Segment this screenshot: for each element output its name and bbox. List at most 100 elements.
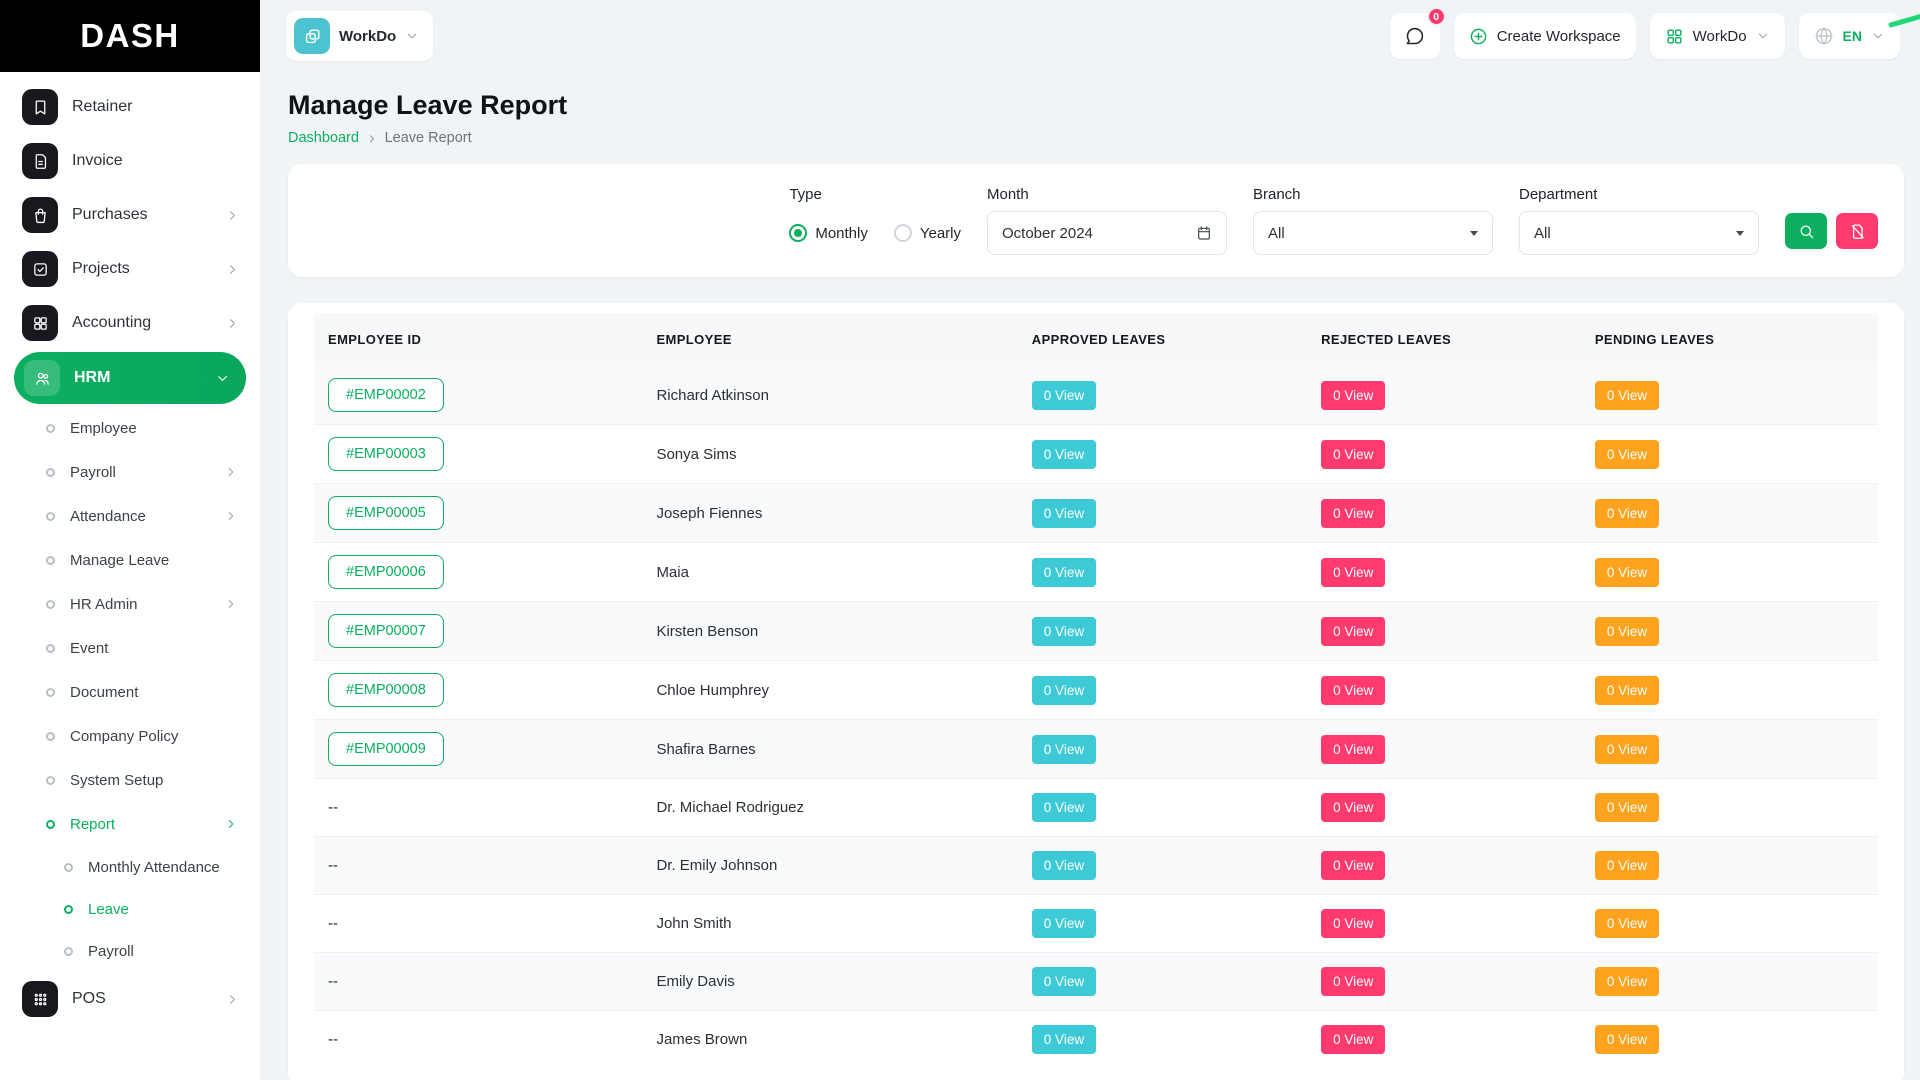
sidebar-subitem-employee[interactable]: Employee bbox=[0, 406, 260, 450]
rejected-leaves-badge[interactable]: 0 View bbox=[1321, 735, 1385, 764]
pending-leaves-badge[interactable]: 0 View bbox=[1595, 851, 1659, 880]
sidebar-subitem-event[interactable]: Event bbox=[0, 626, 260, 670]
search-button[interactable] bbox=[1785, 213, 1827, 249]
pending-leaves-badge[interactable]: 0 View bbox=[1595, 909, 1659, 938]
table-row: -- Dr. Emily Johnson 0 View 0 View 0 Vie… bbox=[314, 837, 1878, 895]
rejected-leaves-badge[interactable]: 0 View bbox=[1321, 1025, 1385, 1054]
create-workspace-button[interactable]: Create Workspace bbox=[1454, 13, 1636, 59]
branch-select[interactable]: All bbox=[1253, 211, 1493, 255]
page-title: Manage Leave Report bbox=[288, 90, 1904, 121]
approved-leaves-badge[interactable]: 0 View bbox=[1032, 793, 1096, 822]
radio-monthly-control[interactable] bbox=[789, 224, 807, 242]
radio-yearly-control[interactable] bbox=[894, 224, 912, 242]
approved-leaves-badge[interactable]: 0 View bbox=[1032, 851, 1096, 880]
employee-name: Dr. Emily Johnson bbox=[642, 837, 1017, 895]
department-select[interactable]: All bbox=[1519, 211, 1759, 255]
rejected-leaves-badge[interactable]: 0 View bbox=[1321, 381, 1385, 410]
grid-icon bbox=[1665, 27, 1684, 46]
breadcrumb-dashboard-link[interactable]: Dashboard bbox=[288, 130, 359, 146]
branch-label: Branch bbox=[1253, 186, 1493, 203]
sidebar-subitem-company-policy[interactable]: Company Policy bbox=[0, 714, 260, 758]
pending-leaves-badge[interactable]: 0 View bbox=[1595, 499, 1659, 528]
sidebar-item-label: Projects bbox=[72, 260, 211, 278]
create-workspace-label: Create Workspace bbox=[1497, 28, 1621, 45]
workspace-selector[interactable]: WorkDo bbox=[286, 11, 433, 61]
sidebar-item-purchases[interactable]: Purchases bbox=[0, 188, 260, 242]
messages-button[interactable]: 0 bbox=[1390, 13, 1440, 59]
employee-id-badge[interactable]: #EMP00002 bbox=[328, 378, 444, 412]
sidebar-item-pos[interactable]: POS bbox=[0, 972, 260, 1026]
employee-id-badge[interactable]: #EMP00005 bbox=[328, 496, 444, 530]
chevron-right-icon bbox=[225, 992, 240, 1007]
sidebar-subitem-report[interactable]: Report bbox=[0, 802, 260, 846]
employee-id-badge[interactable]: #EMP00006 bbox=[328, 555, 444, 589]
pending-leaves-badge[interactable]: 0 View bbox=[1595, 558, 1659, 587]
chevron-right-icon bbox=[224, 509, 238, 523]
radio-monthly[interactable]: Monthly bbox=[789, 224, 868, 242]
approved-leaves-badge[interactable]: 0 View bbox=[1032, 558, 1096, 587]
department-value: All bbox=[1534, 225, 1551, 242]
approved-leaves-badge[interactable]: 0 View bbox=[1032, 440, 1096, 469]
pending-leaves-badge[interactable]: 0 View bbox=[1595, 1025, 1659, 1054]
approved-leaves-badge[interactable]: 0 View bbox=[1032, 499, 1096, 528]
col-employee: EMPLOYEE bbox=[642, 313, 1017, 366]
sidebar-subitem-system-setup[interactable]: System Setup bbox=[0, 758, 260, 802]
bullet-icon bbox=[46, 556, 55, 565]
subitem-label: Manage Leave bbox=[70, 552, 238, 569]
app-logo[interactable]: DASH bbox=[0, 0, 260, 72]
table-row: #EMP00006 Maia 0 View 0 View 0 View bbox=[314, 543, 1878, 602]
pending-leaves-badge[interactable]: 0 View bbox=[1595, 676, 1659, 705]
reset-filter-button[interactable] bbox=[1836, 213, 1878, 249]
rejected-leaves-badge[interactable]: 0 View bbox=[1321, 793, 1385, 822]
rejected-leaves-badge[interactable]: 0 View bbox=[1321, 676, 1385, 705]
month-input[interactable]: October 2024 bbox=[987, 211, 1227, 255]
pending-leaves-badge[interactable]: 0 View bbox=[1595, 440, 1659, 469]
sidebar-item-hrm[interactable]: HRM bbox=[14, 352, 246, 404]
sidebar-subitem-document[interactable]: Document bbox=[0, 670, 260, 714]
employee-id-badge[interactable]: #EMP00007 bbox=[328, 614, 444, 648]
radio-yearly[interactable]: Yearly bbox=[894, 224, 961, 242]
approved-leaves-badge[interactable]: 0 View bbox=[1032, 617, 1096, 646]
sidebar-subitem-manage-leave[interactable]: Manage Leave bbox=[0, 538, 260, 582]
approved-leaves-badge[interactable]: 0 View bbox=[1032, 735, 1096, 764]
pending-leaves-badge[interactable]: 0 View bbox=[1595, 793, 1659, 822]
workspace-menu-button[interactable]: WorkDo bbox=[1650, 13, 1785, 59]
sidebar-item-projects[interactable]: Projects bbox=[0, 242, 260, 296]
chevron-down-icon bbox=[1756, 29, 1770, 43]
grid-squares-icon bbox=[32, 315, 49, 332]
sidebar-subitem-leave[interactable]: Leave bbox=[0, 888, 260, 930]
pending-leaves-badge[interactable]: 0 View bbox=[1595, 381, 1659, 410]
approved-leaves-badge[interactable]: 0 View bbox=[1032, 967, 1096, 996]
shopping-bag-icon bbox=[32, 207, 49, 224]
approved-leaves-badge[interactable]: 0 View bbox=[1032, 676, 1096, 705]
type-label: Type bbox=[789, 186, 961, 203]
rejected-leaves-badge[interactable]: 0 View bbox=[1321, 499, 1385, 528]
pending-leaves-badge[interactable]: 0 View bbox=[1595, 967, 1659, 996]
approved-leaves-badge[interactable]: 0 View bbox=[1032, 381, 1096, 410]
rejected-leaves-badge[interactable]: 0 View bbox=[1321, 558, 1385, 587]
sidebar-subitem-report-payroll[interactable]: Payroll bbox=[0, 930, 260, 972]
approved-leaves-badge[interactable]: 0 View bbox=[1032, 909, 1096, 938]
employee-id-badge: -- bbox=[328, 791, 338, 824]
rejected-leaves-badge[interactable]: 0 View bbox=[1321, 617, 1385, 646]
sidebar-subitem-hr-admin[interactable]: HR Admin bbox=[0, 582, 260, 626]
sidebar-item-retainer[interactable]: Retainer bbox=[0, 80, 260, 134]
sidebar-item-accounting[interactable]: Accounting bbox=[0, 296, 260, 350]
sidebar-subitem-payroll[interactable]: Payroll bbox=[0, 450, 260, 494]
pending-leaves-badge[interactable]: 0 View bbox=[1595, 735, 1659, 764]
employee-id-badge[interactable]: #EMP00003 bbox=[328, 437, 444, 471]
sidebar-item-invoice[interactable]: Invoice bbox=[0, 134, 260, 188]
table-row: #EMP00008 Chloe Humphrey 0 View 0 View 0… bbox=[314, 661, 1878, 720]
rejected-leaves-badge[interactable]: 0 View bbox=[1321, 440, 1385, 469]
approved-leaves-badge[interactable]: 0 View bbox=[1032, 1025, 1096, 1054]
sidebar-subitem-attendance[interactable]: Attendance bbox=[0, 494, 260, 538]
rejected-leaves-badge[interactable]: 0 View bbox=[1321, 851, 1385, 880]
select-caret-icon bbox=[1736, 231, 1744, 236]
sidebar-subitem-monthly-attendance[interactable]: Monthly Attendance bbox=[0, 846, 260, 888]
language-selector[interactable]: EN bbox=[1799, 13, 1900, 59]
employee-id-badge[interactable]: #EMP00009 bbox=[328, 732, 444, 766]
rejected-leaves-badge[interactable]: 0 View bbox=[1321, 967, 1385, 996]
pending-leaves-badge[interactable]: 0 View bbox=[1595, 617, 1659, 646]
employee-id-badge[interactable]: #EMP00008 bbox=[328, 673, 444, 707]
rejected-leaves-badge[interactable]: 0 View bbox=[1321, 909, 1385, 938]
